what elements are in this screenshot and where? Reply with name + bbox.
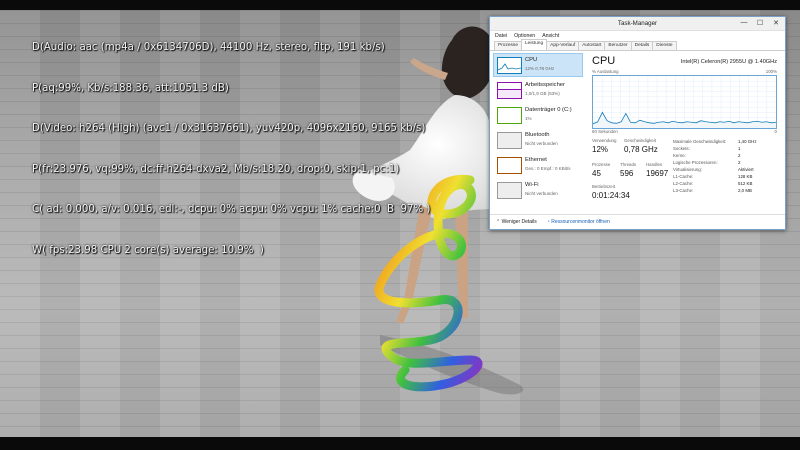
dancer-hair: [441, 26, 495, 99]
osd-video-playback: P(fr:23.976, vq:99%, dc:ff-h264-dxva2, M…: [32, 163, 400, 175]
osd-audio-playback: P(aq:99%, Kb/s:188.36, att:1051.3 dB): [32, 82, 229, 94]
detail-virtualization-label: Virtualisierung:: [673, 167, 702, 172]
osd-audio-decoder: D(Audio: aac (mp4a / 0x6134706D), 44100 …: [32, 42, 385, 53]
detail-cores-value: 2: [738, 153, 741, 158]
sidebar-item-ethernet[interactable]: Ethernet Ges.: 0 Empf.: 0 KBit/s: [494, 154, 582, 176]
stat-speed-value: 0,78 GHz: [624, 145, 658, 154]
cpu-model-name: Intel(R) Celeron(R) 2955U @ 1.40GHz: [680, 59, 777, 65]
disk-thumb-graph: [497, 107, 522, 124]
graph-grid: [593, 76, 776, 128]
title-bar[interactable]: Task-Manager — ☐ ✕: [490, 17, 785, 31]
fewer-details-link[interactable]: ⌃ Weniger Details: [496, 219, 537, 225]
stat-processes-label: Prozesse: [592, 162, 611, 167]
cpu-detail-pane: CPU Intel(R) Celeron(R) 2955U @ 1.40GHz …: [588, 53, 779, 215]
detail-sockets-value: 1: [738, 146, 741, 151]
detail-logical-label: Logische Prozessoren:: [673, 160, 718, 165]
sidebar-item-cpu[interactable]: CPU 12% 0,78 GHz: [493, 53, 583, 77]
sidebar-item-value: Nicht verbunden: [525, 141, 558, 146]
menu-options[interactable]: Optionen: [514, 33, 535, 39]
wifi-thumb-graph: [497, 182, 522, 199]
detail-l1-value: 128 KB: [738, 174, 753, 179]
footer-bar: ⌃ Weniger Details ◔ Ressourcenmonitor öf…: [490, 214, 785, 229]
graph-time-span: 60 Sekunden: [592, 129, 618, 134]
stat-handles-value: 19697: [646, 169, 669, 178]
performance-panel: CPU 12% 0,78 GHz Arbeitsspeicher 1,0/1,9…: [490, 50, 785, 215]
cpu-heading: CPU: [592, 55, 616, 67]
sidebar-item-value: Ges.: 0 Empf.: 0 KBit/s: [525, 166, 571, 171]
resource-monitor-link[interactable]: ◔ Ressourcenmonitor öffnen: [547, 219, 610, 225]
sidebar-item-disk[interactable]: Datenträger 0 (C:) 1%: [494, 104, 582, 126]
task-manager-window[interactable]: Task-Manager — ☐ ✕ Datei Optionen Ansich…: [489, 16, 786, 230]
sidebar-item-value: 1,0/1,9 GB (53%): [525, 91, 560, 96]
stat-usage-label: Verwendung: [592, 138, 617, 143]
cpu-thumb-graph: [497, 57, 522, 74]
minimize-button[interactable]: —: [737, 19, 751, 26]
video-player[interactable]: D(Audio: aac (mp4a / 0x6134706D), 44100 …: [0, 0, 800, 450]
sidebar-item-label: Ethernet: [525, 157, 547, 163]
tab-users[interactable]: Benutzer: [604, 41, 632, 50]
detail-l3-value: 2,0 MB: [738, 188, 752, 193]
ethernet-thumb-graph: [497, 157, 522, 174]
tab-processes[interactable]: Prozesse: [494, 41, 522, 50]
thumb-fill: [498, 89, 521, 98]
thumb-line: [497, 63, 522, 71]
stat-uptime-value: 0:01:24:34: [592, 191, 630, 200]
detail-cores-label: Kerne:: [673, 153, 686, 158]
tab-app-history[interactable]: App-Verlauf: [546, 41, 580, 50]
osd-fps-stats: W( fps:23.98 CPU 2 core(s) average: 10.9…: [32, 244, 264, 256]
sidebar-item-label: Arbeitsspeicher: [525, 82, 565, 88]
stat-processes-value: 45: [592, 169, 601, 178]
memory-thumb-graph: [497, 82, 522, 99]
detail-max-speed-value: 1,40 GHz: [738, 139, 757, 144]
detail-l1-label: L1-Cache:: [673, 174, 694, 179]
menu-file[interactable]: Datei: [495, 33, 507, 39]
stat-usage-value: 12%: [592, 145, 609, 154]
bluetooth-thumb-graph: [497, 132, 522, 149]
sidebar-item-label: Datenträger 0 (C:): [525, 107, 572, 113]
tab-details[interactable]: Details: [630, 41, 654, 50]
fewer-details-label: Weniger Details: [501, 219, 537, 225]
sidebar-item-label: CPU: [525, 57, 538, 63]
close-button[interactable]: ✕: [769, 19, 783, 27]
detail-sockets-label: Sockets:: [673, 146, 690, 151]
maximize-button[interactable]: ☐: [753, 19, 767, 27]
stat-threads-label: Threads: [620, 162, 637, 167]
tab-services[interactable]: Dienste: [652, 41, 677, 50]
sidebar-item-memory[interactable]: Arbeitsspeicher 1,0/1,9 GB (53%): [494, 79, 582, 101]
sidebar-item-wifi[interactable]: Wi-Fi Nicht verbunden: [494, 179, 582, 201]
stat-threads-value: 596: [620, 169, 634, 178]
sidebar-item-bluetooth[interactable]: Bluetooth Nicht verbunden: [494, 129, 582, 151]
resource-sidebar: CPU 12% 0,78 GHz Arbeitsspeicher 1,0/1,9…: [493, 53, 583, 204]
graph-label-utilization: % Auslastung: [592, 69, 619, 74]
detail-l3-label: L3-Cache:: [673, 188, 694, 193]
stat-uptime-label: Betriebszeit: [592, 184, 615, 189]
detail-virtualization-value: Aktiviert: [738, 167, 754, 172]
sidebar-item-label: Bluetooth: [525, 132, 550, 138]
sidebar-item-value: Nicht verbunden: [525, 191, 558, 196]
resource-monitor-icon: ◔: [546, 219, 550, 225]
detail-logical-value: 2: [738, 160, 741, 165]
tab-performance[interactable]: Leistung: [521, 39, 548, 50]
resource-monitor-label: Ressourcenmonitor öffnen: [551, 219, 610, 225]
player-stats-osd: D(Audio: aac (mp4a / 0x6134706D), 44100 …: [32, 14, 430, 284]
detail-l2-label: L2-Cache:: [673, 181, 694, 186]
sidebar-item-value: 12% 0,78 GHz: [525, 66, 555, 71]
chevron-up-icon: ⌃: [496, 219, 501, 225]
osd-cache-stats: C( ad: 0.000, a/v: 0.016, edl:-, dcpu: 0…: [32, 204, 431, 215]
sidebar-item-label: Wi-Fi: [525, 182, 539, 188]
sidebar-item-value: 1%: [525, 116, 532, 121]
tab-startup[interactable]: Autostart: [578, 41, 606, 50]
graph-min: 0: [774, 129, 777, 134]
graph-label-max: 100%: [765, 69, 777, 74]
thumb-graph: [497, 63, 522, 71]
detail-l2-value: 512 KB: [738, 181, 753, 186]
stat-handles-label: Handles: [646, 162, 663, 167]
detail-max-speed-label: Maximale Geschwindigkeit:: [673, 139, 727, 144]
menu-view[interactable]: Ansicht: [542, 33, 559, 39]
cpu-usage-graph: [592, 75, 777, 129]
osd-video-decoder: D(Video: h264 (High) (avc1 / 0x31637661)…: [32, 123, 426, 134]
stat-speed-label: Geschwindigkeit: [624, 138, 656, 143]
